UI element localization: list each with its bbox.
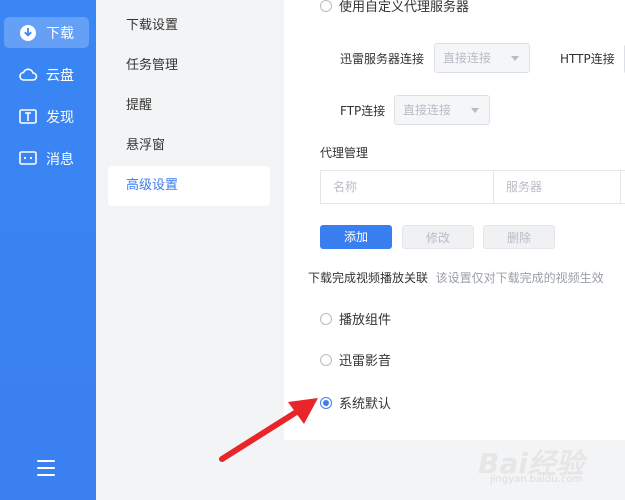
ftp-connection-select[interactable]: 直接连接 bbox=[394, 95, 490, 125]
message-icon bbox=[18, 149, 38, 169]
subnav-item-download-settings[interactable]: 下载设置 bbox=[108, 6, 270, 46]
custom-proxy-label: 使用自定义代理服务器 bbox=[339, 0, 470, 15]
xunlei-server-value: 直接连接 bbox=[443, 51, 492, 65]
edit-proxy-button[interactable]: 修改 bbox=[402, 225, 474, 249]
radio-circle bbox=[320, 353, 332, 366]
nav-item-cloud[interactable]: 云盘 bbox=[4, 59, 89, 90]
ftp-connection-label: FTP连接 bbox=[340, 104, 386, 118]
video-association-title-text: 下载完成视频播放关联 bbox=[308, 271, 429, 285]
nav-item-label: 云盘 bbox=[46, 67, 74, 84]
radio-label: 迅雷影音 bbox=[339, 354, 392, 369]
ftp-connection-value: 直接连接 bbox=[403, 103, 452, 117]
subnav-item-reminder[interactable]: 提醒 bbox=[108, 86, 270, 126]
subnav-item-advanced-settings[interactable]: 高级设置 bbox=[108, 166, 270, 206]
nav-item-label: 发现 bbox=[46, 109, 74, 126]
nav-item-label: 消息 bbox=[46, 151, 74, 168]
xunlei-server-label: 迅雷服务器连接 bbox=[340, 52, 425, 66]
nav-item-download[interactable]: 下载 bbox=[4, 17, 89, 48]
subnav-item-task-management[interactable]: 任务管理 bbox=[108, 46, 270, 86]
nav-item-label: 下载 bbox=[46, 25, 74, 42]
proxy-management-label: 代理管理 bbox=[320, 146, 369, 160]
video-association-hint: 该设置仅对下载完成的视频生效 bbox=[435, 271, 604, 285]
hamburger-menu-icon[interactable] bbox=[37, 460, 55, 476]
download-icon bbox=[18, 23, 38, 43]
custom-proxy-radio[interactable]: 使用自定义代理服务器 bbox=[320, 0, 469, 15]
radio-circle bbox=[320, 312, 332, 325]
radio-circle bbox=[320, 0, 332, 12]
main-sidebar: 下载 云盘 发现 消息 bbox=[0, 0, 96, 500]
advanced-settings-panel: 使用自定义代理服务器 迅雷服务器连接 直接连接 HTTP连接 FTP连接 直接连… bbox=[284, 0, 625, 440]
subnav-item-floating-window[interactable]: 悬浮窗 bbox=[108, 126, 270, 166]
chevron-down-icon bbox=[471, 108, 479, 113]
radio-label: 播放组件 bbox=[339, 313, 392, 328]
cloud-icon bbox=[18, 65, 38, 85]
radio-xunlei-player[interactable]: 迅雷影音 bbox=[320, 350, 391, 369]
table-header-name: 名称 bbox=[321, 171, 494, 203]
video-association-title: 下载完成视频播放关联 该设置仅对下载完成的视频生效 bbox=[308, 269, 604, 286]
nav-item-message[interactable]: 消息 bbox=[4, 143, 89, 174]
baidu-jingyan-watermark: Bai经验 jingyan.baidu.com bbox=[478, 440, 608, 490]
proxy-table: 名称 服务器 bbox=[320, 170, 625, 204]
http-connection-label: HTTP连接 bbox=[560, 52, 615, 66]
watermark-sub-text: jingyan.baidu.com bbox=[490, 474, 583, 485]
xunlei-server-select[interactable]: 直接连接 bbox=[434, 43, 530, 73]
discover-icon bbox=[18, 107, 38, 127]
radio-player-component[interactable]: 播放组件 bbox=[320, 309, 391, 328]
add-proxy-button[interactable]: 添加 bbox=[320, 225, 392, 249]
radio-system-default[interactable]: 系统默认 bbox=[320, 393, 391, 412]
nav-item-discover[interactable]: 发现 bbox=[4, 101, 89, 132]
table-header-server: 服务器 bbox=[494, 171, 621, 203]
annotation-arrow-icon bbox=[219, 398, 318, 462]
radio-label: 系统默认 bbox=[339, 397, 392, 412]
chevron-down-icon bbox=[511, 56, 519, 61]
delete-proxy-button[interactable]: 删除 bbox=[483, 225, 555, 249]
